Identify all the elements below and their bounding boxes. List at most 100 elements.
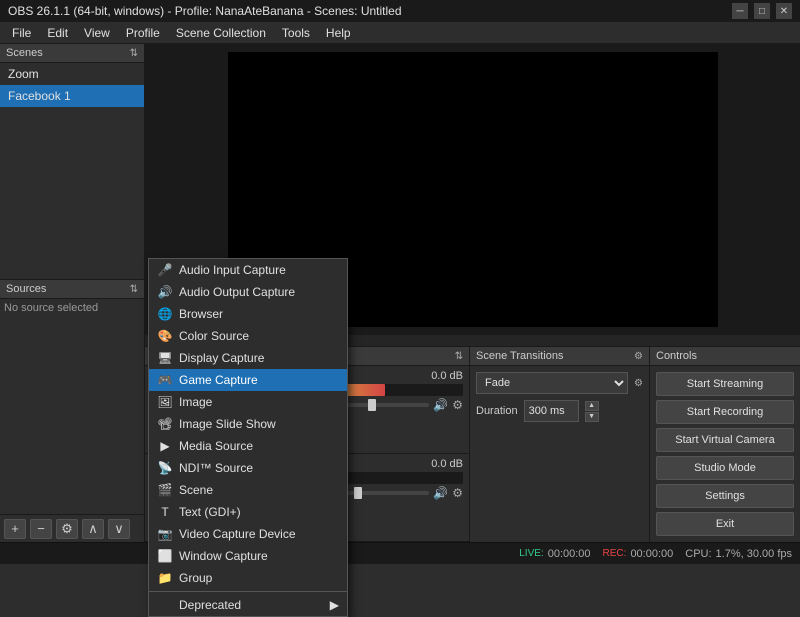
source-up-button[interactable]: ∧ <box>82 519 104 539</box>
ctx-color-source[interactable]: 🎨 Color Source <box>149 325 347 347</box>
text-gdi-icon: T <box>157 504 173 520</box>
ctx-audio-input[interactable]: 🎤 Audio Input Capture <box>149 259 347 281</box>
duration-up-button[interactable]: ▲ <box>585 401 599 411</box>
audio-settings-desktop-icon[interactable]: ⚙ <box>452 398 463 412</box>
ctx-video-capture[interactable]: 📷 Video Capture Device <box>149 523 347 545</box>
transition-type-select[interactable]: Fade <box>476 372 628 394</box>
status-bar: LIVE: 00:00:00 REC: 00:00:00 CPU: 1.7%, … <box>0 542 800 564</box>
controls-body: Start Streaming Start Recording Start Vi… <box>650 366 800 542</box>
ndi-icon: 📡 <box>157 460 173 476</box>
image-slideshow-icon: 📽 <box>157 416 173 432</box>
window-capture-icon: ⬜ <box>157 548 173 564</box>
sources-header-label: Sources <box>6 283 46 295</box>
menu-bar: FileEditViewProfileScene CollectionTools… <box>0 22 800 44</box>
ctx-game-capture[interactable]: 🎮 Game Capture <box>149 369 347 391</box>
source-down-button[interactable]: ∨ <box>108 519 130 539</box>
menu-item-view[interactable]: View <box>76 24 118 42</box>
audio-input-icon: 🎤 <box>157 262 173 278</box>
start-recording-button[interactable]: Start Recording <box>656 400 794 424</box>
title-text: OBS 26.1.1 (64-bit, windows) - Profile: … <box>8 4 402 18</box>
window-controls: ─ □ ✕ <box>732 3 792 19</box>
sources-list <box>0 317 144 514</box>
sources-section: Sources ⇅ No source selected <box>0 279 144 514</box>
ctx-separator <box>149 591 347 592</box>
image-icon: 🖼 <box>157 394 173 410</box>
ctx-ndi-source[interactable]: 📡 NDI™ Source <box>149 457 347 479</box>
scene-transitions: Scene Transitions ⚙ Fade ⚙ Duration <box>470 347 650 542</box>
rec-indicator: REC: <box>603 548 627 559</box>
scene-item-zoom[interactable]: Zoom <box>0 63 144 85</box>
duration-label: Duration <box>476 405 518 417</box>
scene-transitions-icon: ⚙ <box>634 351 643 362</box>
no-source-label: No source selected <box>0 299 144 317</box>
main-content: Scenes ⇅ Zoom Facebook 1 Sources ⇅ No so… <box>0 44 800 542</box>
mute-mic-icon[interactable]: 🔊 <box>433 486 448 500</box>
scene-icon: 🎬 <box>157 482 173 498</box>
minimize-button[interactable]: ─ <box>732 3 748 19</box>
left-panel: Scenes ⇅ Zoom Facebook 1 Sources ⇅ No so… <box>0 44 145 542</box>
scenes-header-icon: ⇅ <box>130 48 138 59</box>
sources-header-icon: ⇅ <box>130 284 138 295</box>
title-bar: OBS 26.1.1 (64-bit, windows) - Profile: … <box>0 0 800 22</box>
studio-mode-button[interactable]: Studio Mode <box>656 456 794 480</box>
menu-item-help[interactable]: Help <box>318 24 359 42</box>
close-button[interactable]: ✕ <box>776 3 792 19</box>
media-source-icon: ▶ <box>157 438 173 454</box>
context-menu: 🎤 Audio Input Capture 🔊 Audio Output Cap… <box>148 258 348 617</box>
ctx-deprecated[interactable]: Deprecated ▶ <box>149 594 347 616</box>
cpu-value: 1.7%, 30.00 fps <box>716 548 792 560</box>
status-cpu: CPU: 1.7%, 30.00 fps <box>685 548 792 560</box>
duration-down-button[interactable]: ▼ <box>585 412 599 422</box>
status-rec: REC: 00:00:00 <box>603 548 674 560</box>
audio-mixer-icon: ⇅ <box>455 351 463 362</box>
start-virtual-camera-button[interactable]: Start Virtual Camera <box>656 428 794 452</box>
video-capture-icon: 📷 <box>157 526 173 542</box>
menu-item-file[interactable]: File <box>4 24 39 42</box>
start-streaming-button[interactable]: Start Streaming <box>656 372 794 396</box>
live-time: 00:00:00 <box>548 548 591 560</box>
menu-item-tools[interactable]: Tools <box>274 24 318 42</box>
ctx-image-slide-show[interactable]: 📽 Image Slide Show <box>149 413 347 435</box>
transitions-duration-row: Duration ▲ ▼ <box>476 400 643 422</box>
deprecated-icon <box>157 597 173 613</box>
maximize-button[interactable]: □ <box>754 3 770 19</box>
remove-source-button[interactable]: − <box>30 519 52 539</box>
exit-button[interactable]: Exit <box>656 512 794 536</box>
duration-stepper: ▲ ▼ <box>585 401 599 422</box>
scene-transitions-header: Scene Transitions ⚙ <box>470 347 649 366</box>
transitions-type-row: Fade ⚙ <box>476 372 643 394</box>
controls-header: Controls <box>650 347 800 366</box>
cpu-label: CPU: <box>685 548 711 560</box>
ctx-image[interactable]: 🖼 Image <box>149 391 347 413</box>
color-source-icon: 🎨 <box>157 328 173 344</box>
status-live: LIVE: 00:00:00 <box>519 548 590 560</box>
scenes-header-label: Scenes <box>6 47 43 59</box>
settings-button[interactable]: Settings <box>656 484 794 508</box>
mute-desktop-icon[interactable]: 🔊 <box>433 398 448 412</box>
duration-input[interactable] <box>524 400 579 422</box>
ctx-audio-output[interactable]: 🔊 Audio Output Capture <box>149 281 347 303</box>
controls-panel: Controls Start Streaming Start Recording… <box>650 347 800 542</box>
scenes-header: Scenes ⇅ <box>0 44 144 63</box>
add-source-button[interactable]: + <box>4 519 26 539</box>
ctx-browser[interactable]: 🌐 Browser <box>149 303 347 325</box>
ctx-group[interactable]: 📁 Group <box>149 567 347 589</box>
scene-item-facebook[interactable]: Facebook 1 <box>0 85 144 107</box>
scene-transitions-label: Scene Transitions <box>476 350 563 362</box>
ctx-scene[interactable]: 🎬 Scene <box>149 479 347 501</box>
source-settings-button[interactable]: ⚙ <box>56 519 78 539</box>
menu-item-edit[interactable]: Edit <box>39 24 76 42</box>
display-capture-icon: 🖥 <box>157 350 173 366</box>
menu-item-scene-collection[interactable]: Scene Collection <box>168 24 274 42</box>
audio-output-icon: 🔊 <box>157 284 173 300</box>
ctx-text-gdi[interactable]: T Text (GDI+) <box>149 501 347 523</box>
ctx-media-source[interactable]: ▶ Media Source <box>149 435 347 457</box>
sources-toolbar: + − ⚙ ∧ ∨ <box>0 514 144 542</box>
transitions-gear-icon[interactable]: ⚙ <box>634 378 643 389</box>
live-indicator: LIVE: <box>519 548 543 559</box>
audio-settings-mic-icon[interactable]: ⚙ <box>452 486 463 500</box>
rec-time: 00:00:00 <box>630 548 673 560</box>
ctx-display-capture[interactable]: 🖥 Display Capture <box>149 347 347 369</box>
menu-item-profile[interactable]: Profile <box>118 24 168 42</box>
deprecated-arrow-icon: ▶ <box>330 598 339 612</box>
